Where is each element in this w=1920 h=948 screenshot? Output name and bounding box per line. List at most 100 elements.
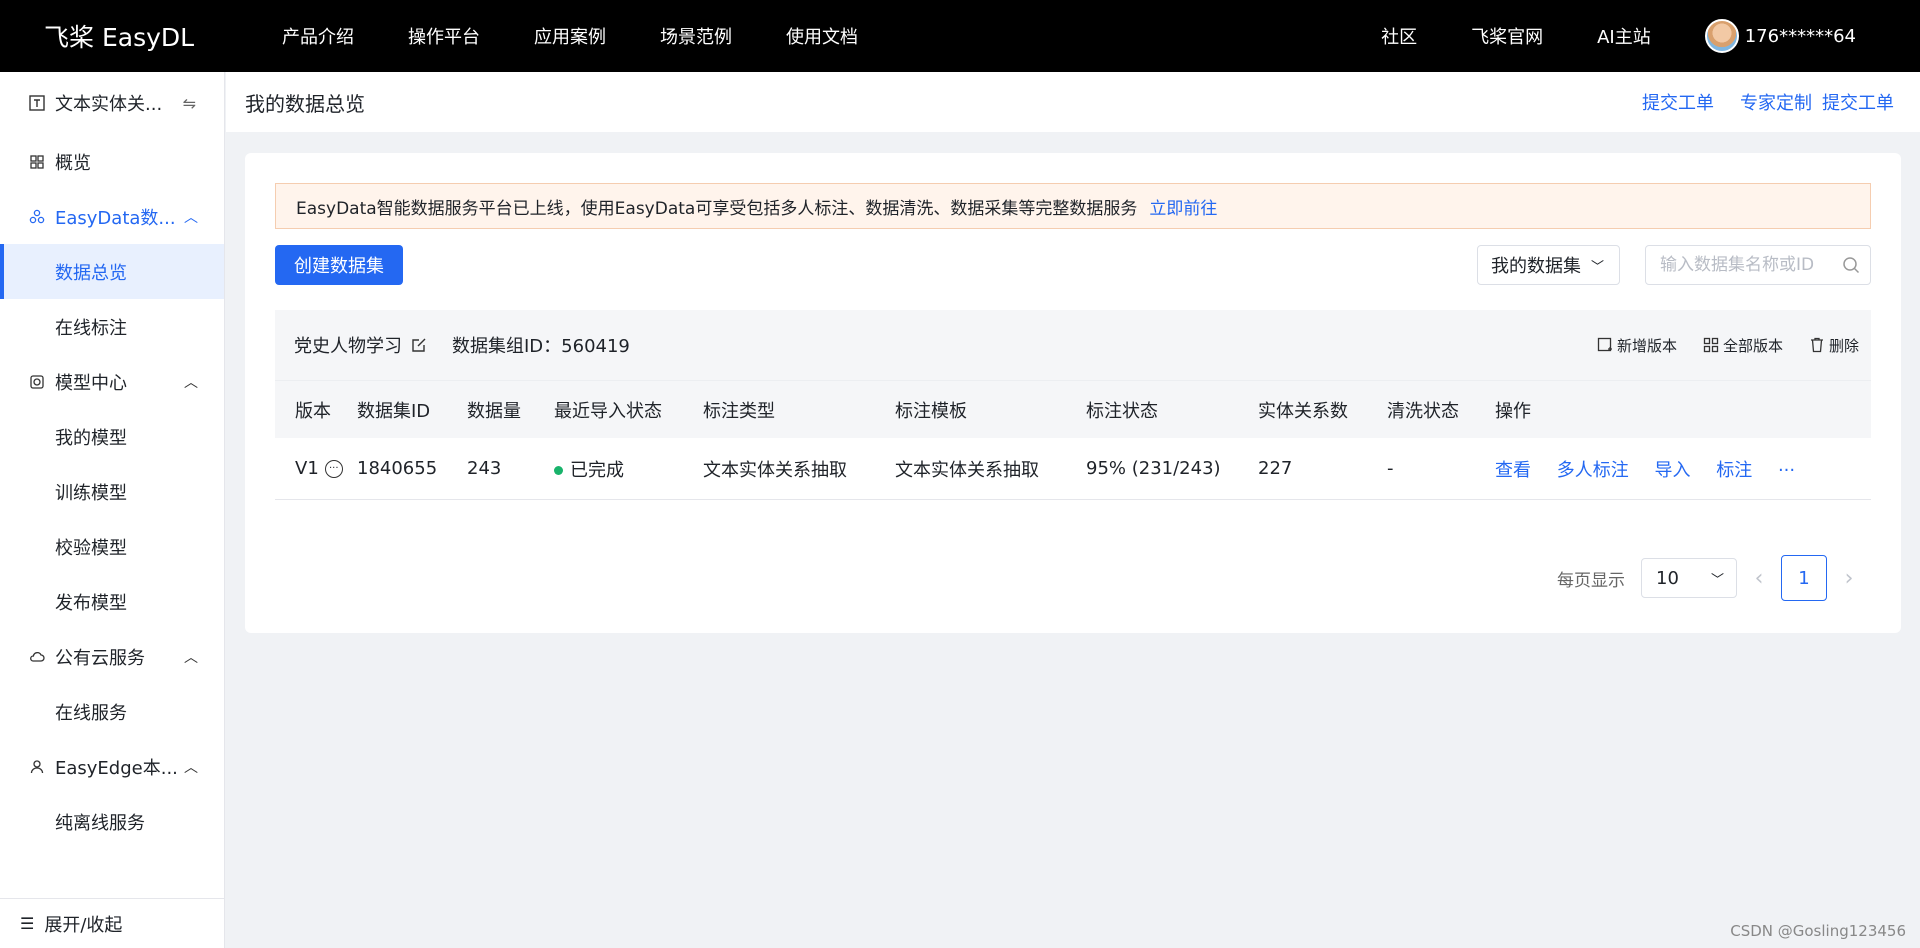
nav-platform[interactable]: 操作平台 bbox=[408, 23, 480, 49]
table-row: V1 ··· 1840655 243 已完成 文本实体关系抽取 文本实体关系抽取 … bbox=[275, 438, 1871, 500]
sidebar-project-label: 文本实体关... bbox=[55, 94, 163, 115]
page-size-select[interactable]: 10 ﹀ bbox=[1641, 558, 1737, 598]
annotate-link[interactable]: 标注 bbox=[1716, 460, 1752, 481]
sidebar-collapse-toggle[interactable]: ☰ 展开/收起 bbox=[0, 898, 224, 948]
expert-custom-link[interactable]: 专家定制 bbox=[1740, 89, 1812, 115]
sidebar-group-label: EasyData数... bbox=[55, 207, 176, 229]
view-link[interactable]: 查看 bbox=[1495, 460, 1531, 481]
top-navbar: 飞桨 EasyDL 产品介绍 操作平台 应用案例 场景范例 使用文档 社区 飞桨… bbox=[0, 0, 1920, 72]
cell-dataset-id: 1840655 bbox=[357, 458, 438, 479]
user-icon bbox=[28, 758, 46, 776]
col-clean-status: 清洗状态 bbox=[1387, 400, 1459, 422]
chevron-up-icon: ︿ bbox=[184, 649, 198, 666]
page-number[interactable]: 1 bbox=[1781, 555, 1827, 601]
page-size-value: 10 bbox=[1656, 567, 1679, 589]
sidebar-item-data-overview[interactable]: 数据总览 bbox=[0, 244, 224, 299]
page-header: 我的数据总览 提交工单 专家定制 提交工单 bbox=[226, 72, 1920, 132]
add-version-icon bbox=[1597, 337, 1612, 352]
cloud-icon bbox=[28, 648, 46, 666]
avatar bbox=[1704, 19, 1739, 53]
chevron-down-icon: ﹀ bbox=[1591, 259, 1605, 275]
easydl-logo[interactable]: 飞桨 EasyDL bbox=[44, 18, 234, 54]
sidebar-group-label: 模型中心 bbox=[55, 372, 127, 394]
pagination: 每页显示 10 ﹀ ‹ 1 › bbox=[1557, 555, 1871, 601]
nav-docs[interactable]: 使用文档 bbox=[786, 23, 858, 49]
sidebar-item-my-models[interactable]: 我的模型 bbox=[0, 409, 224, 464]
multi-annotate-link[interactable]: 多人标注 bbox=[1557, 460, 1629, 481]
dataset-card: EasyData智能数据服务平台已上线，使用EasyData可享受包括多人标注、… bbox=[245, 153, 1901, 633]
more-icon[interactable]: ··· bbox=[324, 460, 343, 478]
notice-link[interactable]: 立即前往 bbox=[1149, 194, 1217, 219]
sidebar-item-validate-model[interactable]: 校验模型 bbox=[0, 519, 224, 574]
user-menu[interactable]: 176******64 bbox=[1704, 19, 1856, 53]
username: 176******64 bbox=[1744, 25, 1856, 47]
submit-ticket-link-2[interactable]: 提交工单 bbox=[1822, 89, 1894, 115]
sidebar-group-model-center[interactable]: 模型中心 ︿ bbox=[0, 354, 224, 409]
group-actions: 新增版本 全部版本 删除 bbox=[1571, 335, 1859, 356]
sidebar-group-label: EasyEdge本... bbox=[55, 757, 178, 779]
dataset-filter-value: 我的数据集 bbox=[1491, 256, 1581, 277]
edit-icon[interactable] bbox=[410, 336, 428, 354]
col-import-status: 最近导入状态 bbox=[554, 400, 662, 422]
col-count: 数据量 bbox=[467, 400, 521, 422]
delete-label: 删除 bbox=[1828, 336, 1859, 355]
nav-product-intro[interactable]: 产品介绍 bbox=[282, 23, 354, 49]
cell-template: 文本实体关系抽取 bbox=[895, 459, 1039, 481]
sidebar-item-label: 概览 bbox=[55, 152, 91, 174]
more-ops-link[interactable]: ··· bbox=[1778, 460, 1795, 481]
sidebar-item-online-service[interactable]: 在线服务 bbox=[0, 684, 224, 739]
prev-page-icon[interactable]: ‹ bbox=[1737, 566, 1781, 591]
col-label-type: 标注类型 bbox=[703, 400, 775, 422]
sidebar-item-train-model[interactable]: 训练模型 bbox=[0, 464, 224, 519]
sidebar-group-easyedge[interactable]: EasyEdge本... ︿ bbox=[0, 739, 224, 794]
create-dataset-button[interactable]: 创建数据集 bbox=[275, 245, 403, 285]
sidebar-project-switch[interactable]: 文本实体关... ⇋ bbox=[0, 72, 224, 134]
nav-ai-site[interactable]: AI主站 bbox=[1597, 23, 1651, 49]
dataset-filter-select[interactable]: 我的数据集 ﹀ bbox=[1477, 245, 1620, 285]
all-versions-label: 全部版本 bbox=[1722, 336, 1783, 355]
sidebar-item-offline-service[interactable]: 纯离线服务 bbox=[0, 794, 224, 849]
nav-scenarios[interactable]: 场景范例 bbox=[660, 23, 732, 49]
page-title: 我的数据总览 bbox=[245, 91, 365, 116]
nav-paddle-site[interactable]: 飞桨官网 bbox=[1471, 23, 1543, 49]
notice-text: EasyData智能数据服务平台已上线，使用EasyData可享受包括多人标注、… bbox=[296, 198, 1138, 219]
nav-community[interactable]: 社区 bbox=[1381, 23, 1417, 49]
sidebar-item-overview[interactable]: 概览 bbox=[0, 134, 224, 189]
sidebar-footer-label: 展开/收起 bbox=[44, 914, 123, 936]
trash-icon bbox=[1810, 337, 1823, 353]
all-versions-button[interactable]: 全部版本 bbox=[1703, 335, 1783, 356]
chevron-down-icon: ﹀ bbox=[1710, 572, 1724, 588]
nav-cases[interactable]: 应用案例 bbox=[534, 23, 606, 49]
col-template: 标注模板 bbox=[895, 400, 967, 422]
data-cluster-icon bbox=[28, 208, 46, 226]
col-relations: 实体关系数 bbox=[1258, 400, 1348, 422]
status-dot-icon bbox=[554, 466, 563, 475]
sidebar-item-publish-model[interactable]: 发布模型 bbox=[0, 574, 224, 629]
chevron-up-icon: ︿ bbox=[184, 374, 198, 391]
cell-clean-status: - bbox=[1387, 458, 1394, 479]
version-label: V1 bbox=[295, 458, 319, 479]
cell-version: V1 ··· bbox=[275, 458, 357, 479]
col-label-status: 标注状态 bbox=[1086, 400, 1158, 422]
sidebar-item-online-annotation[interactable]: 在线标注 bbox=[0, 299, 224, 354]
header-links: 提交工单 专家定制 提交工单 bbox=[1616, 89, 1894, 115]
import-status-text: 已完成 bbox=[570, 459, 624, 481]
page-size-label: 每页显示 bbox=[1557, 570, 1625, 591]
add-version-button[interactable]: 新增版本 bbox=[1597, 335, 1677, 356]
sidebar-group-public-cloud[interactable]: 公有云服务 ︿ bbox=[0, 629, 224, 684]
col-ops: 操作 bbox=[1495, 400, 1531, 422]
next-page-icon[interactable]: › bbox=[1827, 566, 1871, 591]
cell-count: 243 bbox=[467, 458, 502, 479]
delete-button[interactable]: 删除 bbox=[1809, 335, 1859, 356]
swap-icon[interactable]: ⇋ bbox=[183, 94, 196, 113]
submit-ticket-link[interactable]: 提交工单 bbox=[1642, 89, 1714, 115]
import-link[interactable]: 导入 bbox=[1654, 460, 1690, 481]
watermark: CSDN @Gosling123456 bbox=[1730, 922, 1906, 940]
col-dataset-id: 数据集ID bbox=[357, 400, 431, 422]
search-icon[interactable] bbox=[1842, 256, 1860, 274]
search-input[interactable] bbox=[1660, 255, 1840, 275]
sidebar-group-easydata[interactable]: EasyData数... ︿ bbox=[0, 189, 224, 244]
model-icon bbox=[28, 373, 46, 391]
grid-icon bbox=[1703, 337, 1719, 353]
cell-label-status: 95% (231/243) bbox=[1086, 458, 1221, 479]
